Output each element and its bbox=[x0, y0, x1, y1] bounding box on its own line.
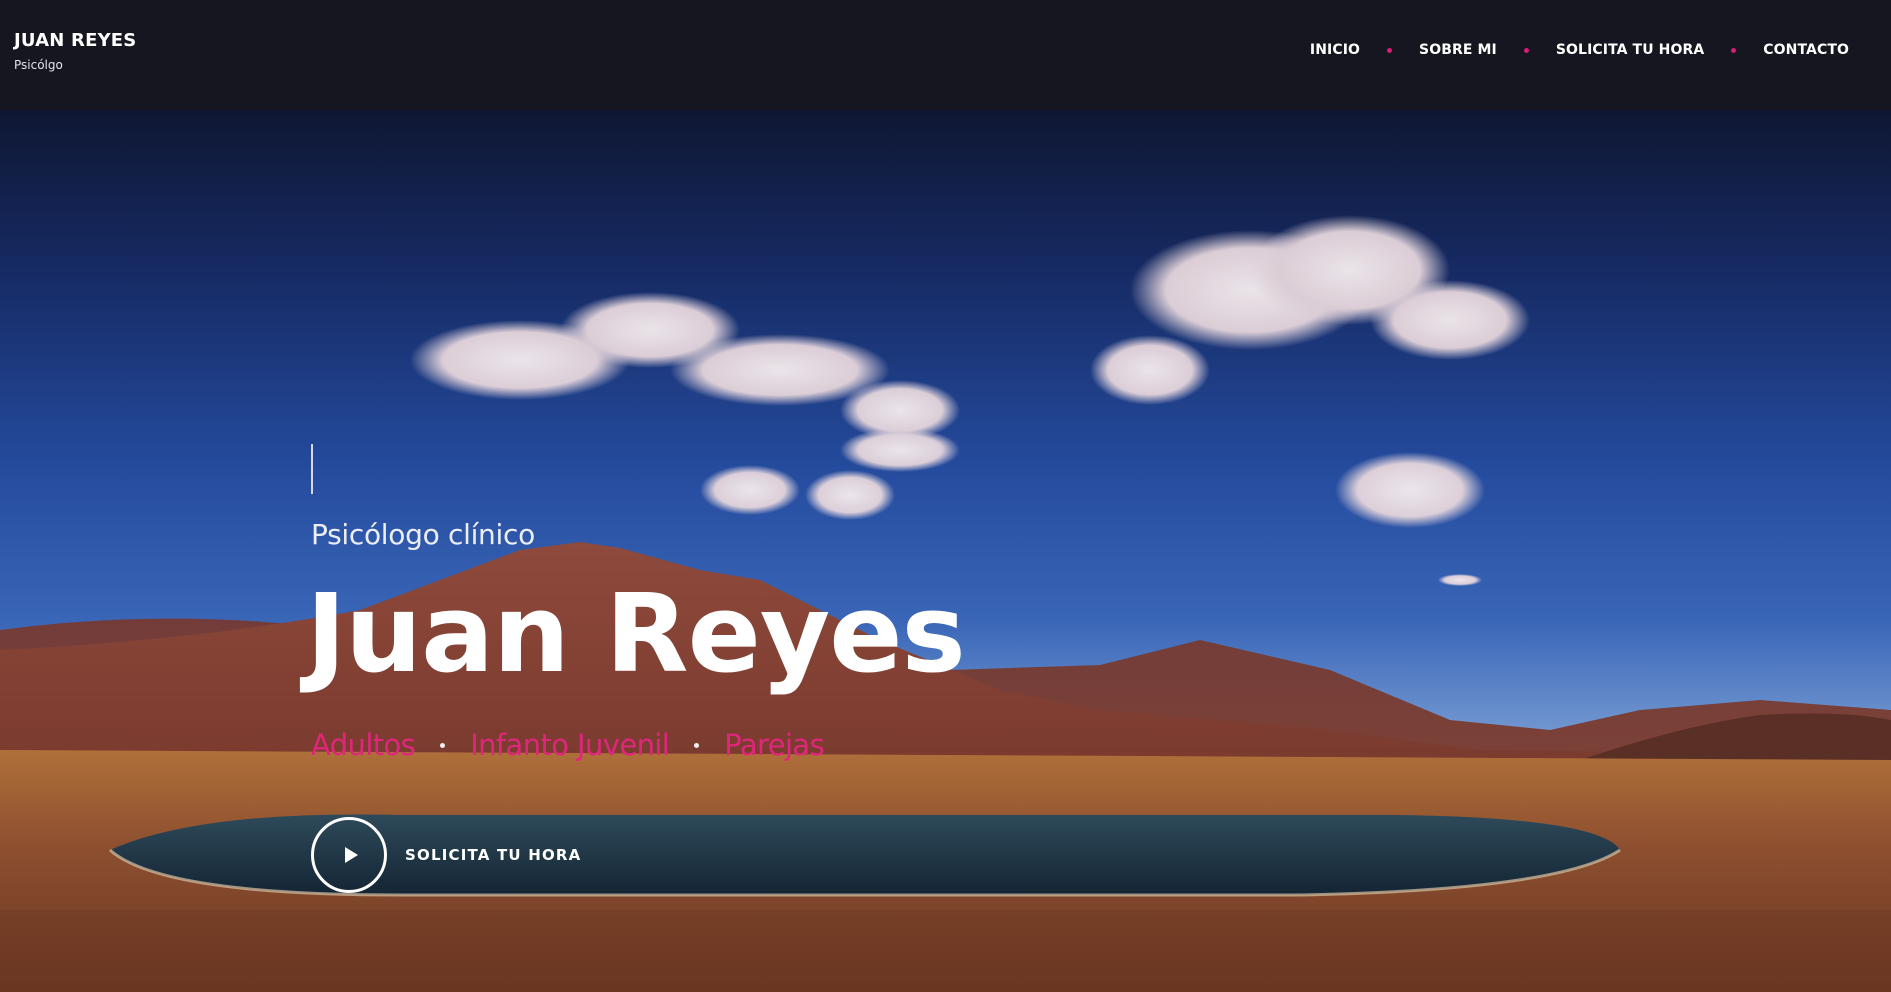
solicita-tu-hora-cta[interactable]: SOLICITA TU HORA bbox=[311, 817, 581, 893]
hero-subtitle: Psicólogo clínico bbox=[311, 518, 535, 551]
nav-link-sobre-mi[interactable]: SOBRE MI bbox=[1419, 42, 1497, 58]
nav-separator-dot bbox=[1387, 47, 1393, 53]
specialty-infanto-juvenil: Infanto Juvenil bbox=[470, 728, 670, 762]
play-icon bbox=[344, 847, 358, 863]
decorative-line bbox=[311, 444, 313, 494]
nav-separator-dot bbox=[1731, 47, 1737, 53]
nav-separator-dot bbox=[1523, 47, 1529, 53]
specialty-parejas: Parejas bbox=[724, 728, 825, 762]
nav-link-contacto[interactable]: CONTACTO bbox=[1763, 42, 1849, 58]
hero-section: Psicólogo clínico Juan Reyes Adultos Inf… bbox=[0, 110, 1891, 992]
site-header: JUAN REYES Psicólgo INICIO SOBRE MI SOLI… bbox=[0, 0, 1891, 110]
hero-content: Psicólogo clínico Juan Reyes Adultos Inf… bbox=[0, 110, 1891, 992]
play-button[interactable] bbox=[311, 817, 387, 893]
specialty-separator-dot bbox=[694, 742, 700, 748]
specialty-separator-dot bbox=[440, 742, 446, 748]
hero-title: Juan Reyes bbox=[306, 572, 966, 697]
nav-link-solicita-tu-hora[interactable]: SOLICITA TU HORA bbox=[1556, 42, 1704, 58]
brand-subtitle: Psicólgo bbox=[14, 58, 63, 72]
brand-name: JUAN REYES bbox=[14, 30, 137, 51]
specialties-list: Adultos Infanto Juvenil Parejas bbox=[311, 728, 825, 762]
cta-label[interactable]: SOLICITA TU HORA bbox=[405, 846, 581, 864]
brand-logo[interactable]: JUAN REYES Psicólgo bbox=[14, 30, 136, 73]
nav-link-inicio[interactable]: INICIO bbox=[1310, 42, 1360, 58]
main-nav: INICIO SOBRE MI SOLICITA TU HORA CONTACT… bbox=[1310, 42, 1849, 58]
specialty-adultos: Adultos bbox=[311, 728, 416, 762]
